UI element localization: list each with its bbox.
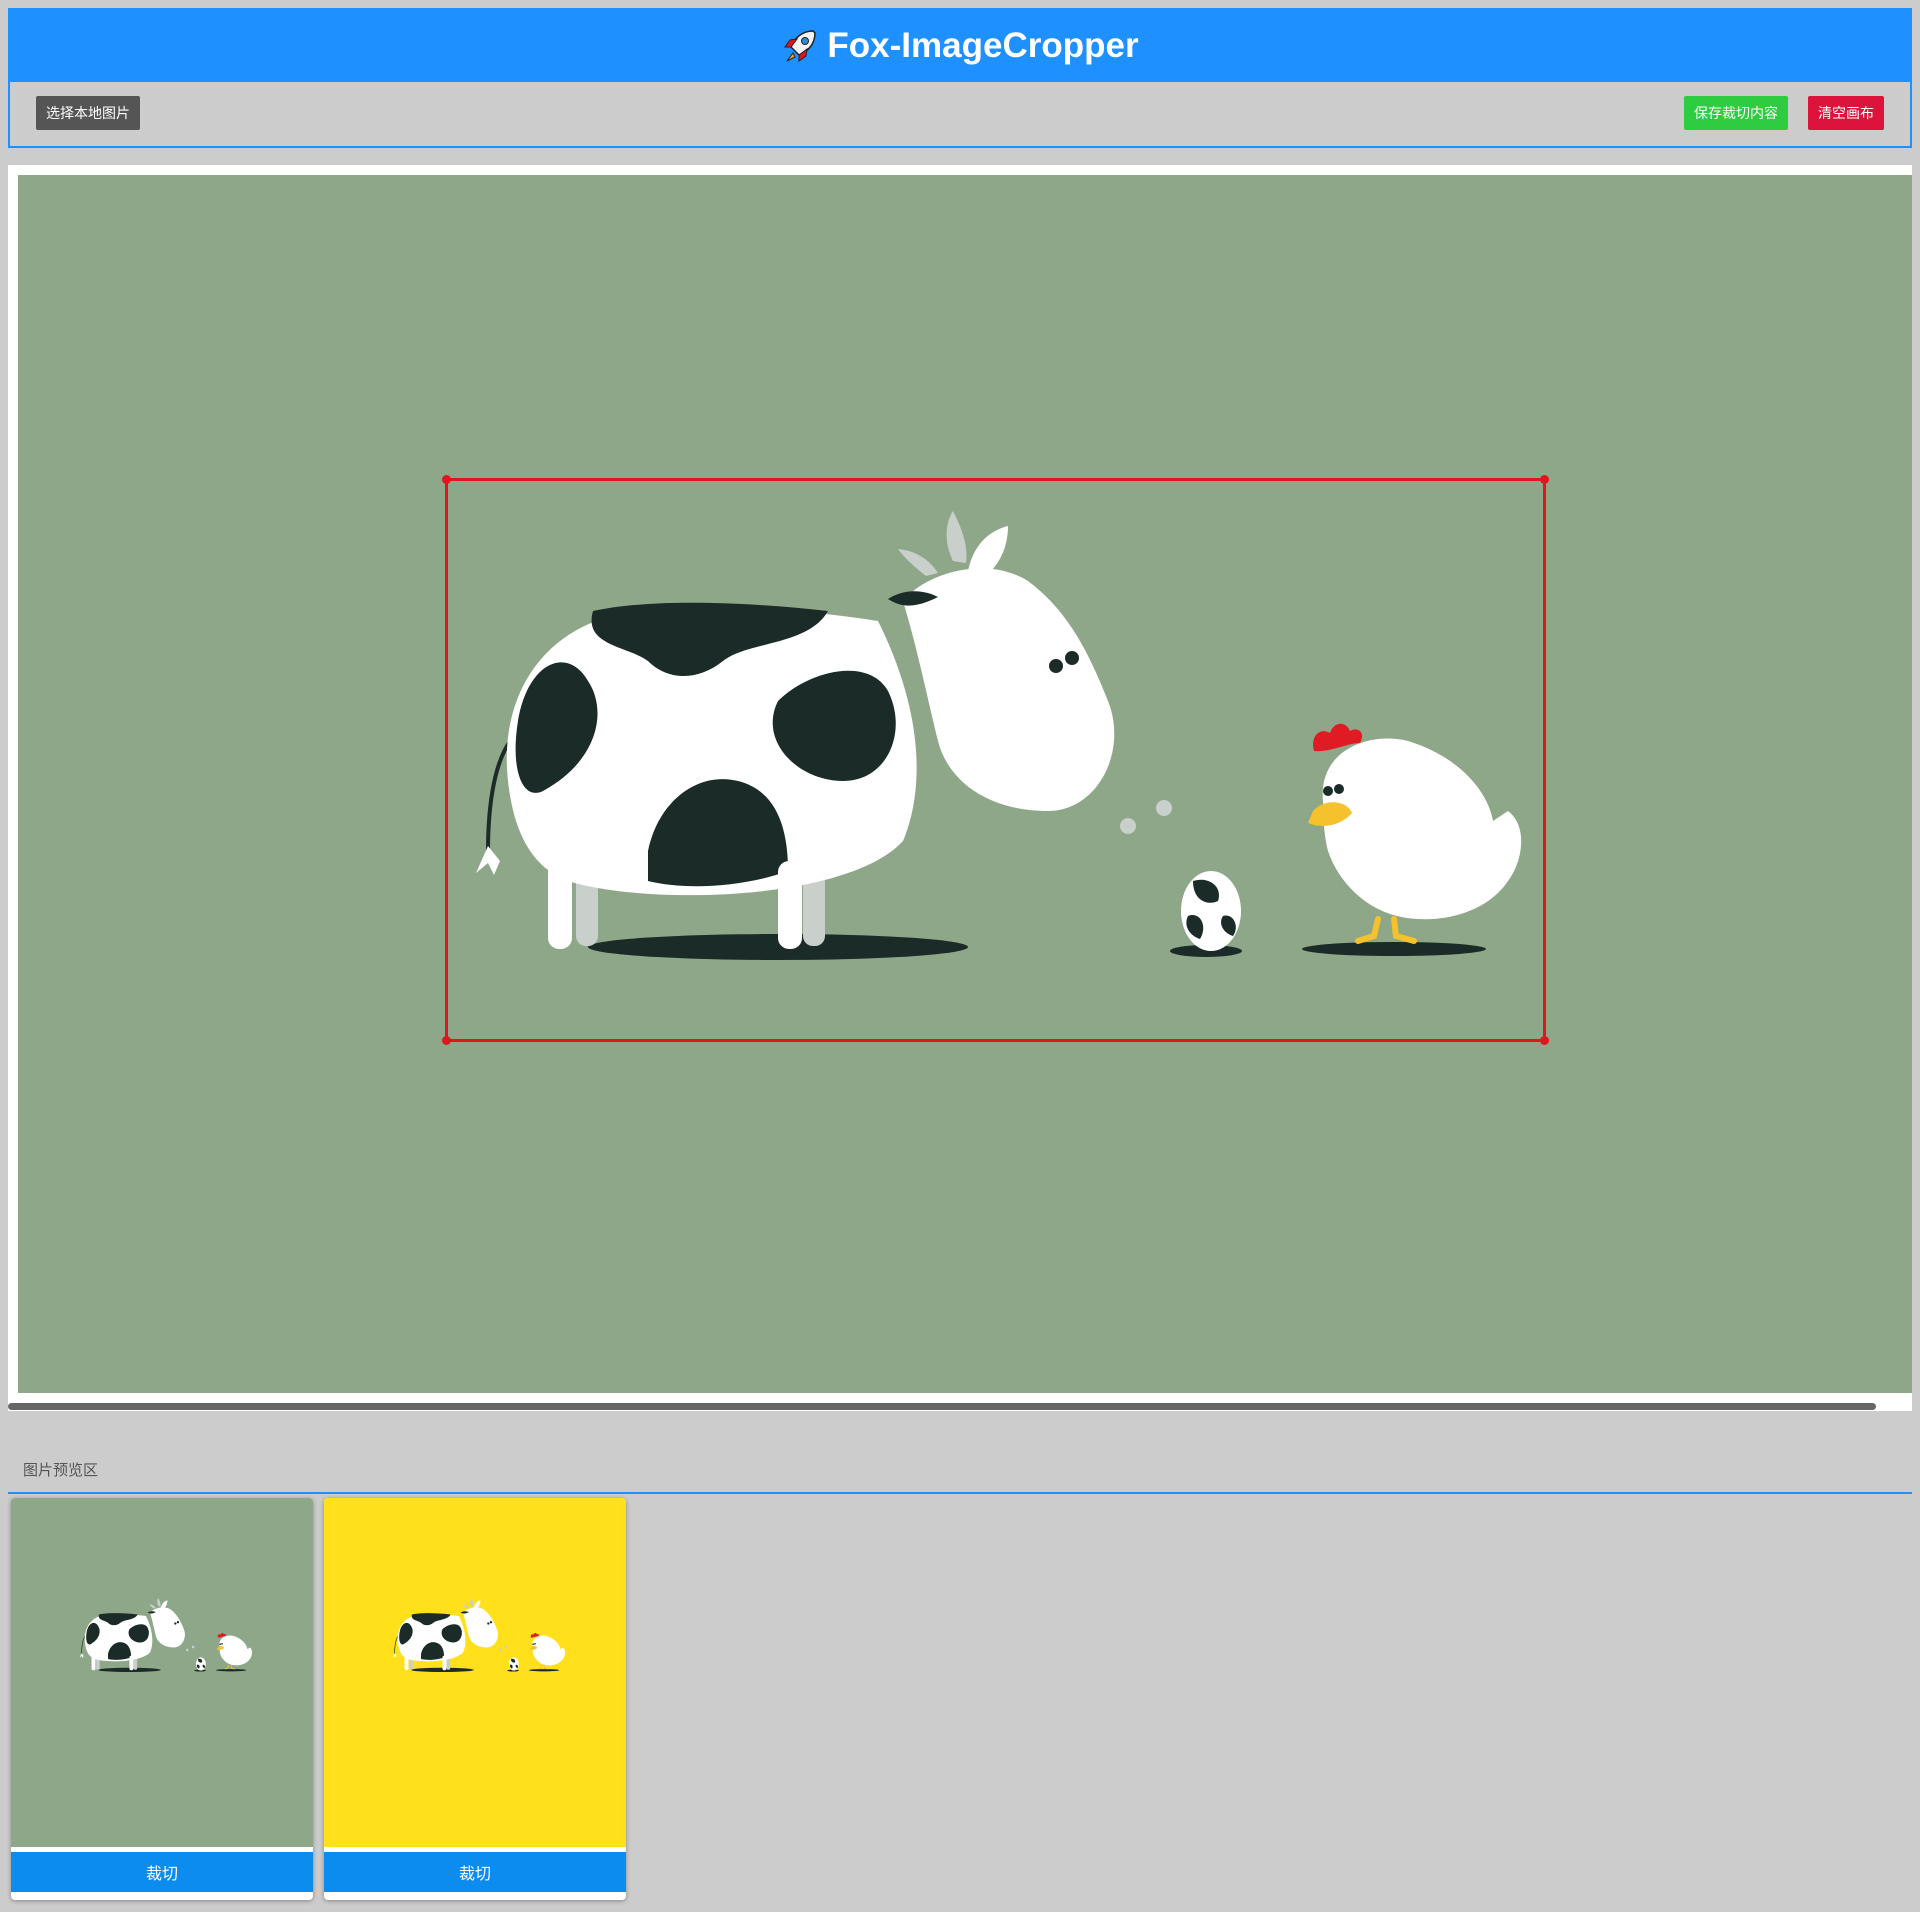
- rocket-icon: [781, 27, 819, 65]
- preview-thumbnail-bg: [11, 1498, 313, 1847]
- loaded-image: [448, 481, 1549, 1045]
- preview-thumbnail-bg: [324, 1498, 626, 1847]
- title-bar: Fox-ImageCropper: [10, 10, 1910, 82]
- crop-canvas[interactable]: [18, 175, 1912, 1393]
- crop-handle-bottom-left[interactable]: [442, 1036, 451, 1045]
- crop-selection-box[interactable]: [442, 475, 1549, 1045]
- save-crop-button[interactable]: 保存裁切内容: [1684, 96, 1788, 130]
- crop-handle-top-left[interactable]: [442, 475, 451, 484]
- preview-section-label: 图片预览区: [23, 1462, 99, 1479]
- app-title: Fox-ImageCropper: [827, 26, 1139, 65]
- horizontal-scrollbar[interactable]: [8, 1403, 1876, 1410]
- crop-handle-top-right[interactable]: [1540, 475, 1549, 484]
- crop-button[interactable]: 裁切: [11, 1852, 313, 1892]
- preview-card: 裁切: [324, 1498, 626, 1900]
- crop-button[interactable]: 裁切: [324, 1852, 626, 1892]
- toolbar: 选择本地图片 保存裁切内容 清空画布: [10, 82, 1910, 148]
- clear-canvas-button[interactable]: 清空画布: [1808, 96, 1884, 130]
- canvas-container: [8, 165, 1912, 1411]
- preview-card: 裁切: [11, 1498, 313, 1900]
- preview-thumbnail: [11, 1498, 313, 1847]
- preview-thumbnail: [324, 1498, 626, 1847]
- crop-handle-bottom-right[interactable]: [1540, 1036, 1549, 1045]
- select-image-button[interactable]: 选择本地图片: [36, 96, 140, 130]
- app-header: Fox-ImageCropper 选择本地图片 保存裁切内容 清空画布: [8, 8, 1912, 148]
- preview-divider: [8, 1492, 1912, 1494]
